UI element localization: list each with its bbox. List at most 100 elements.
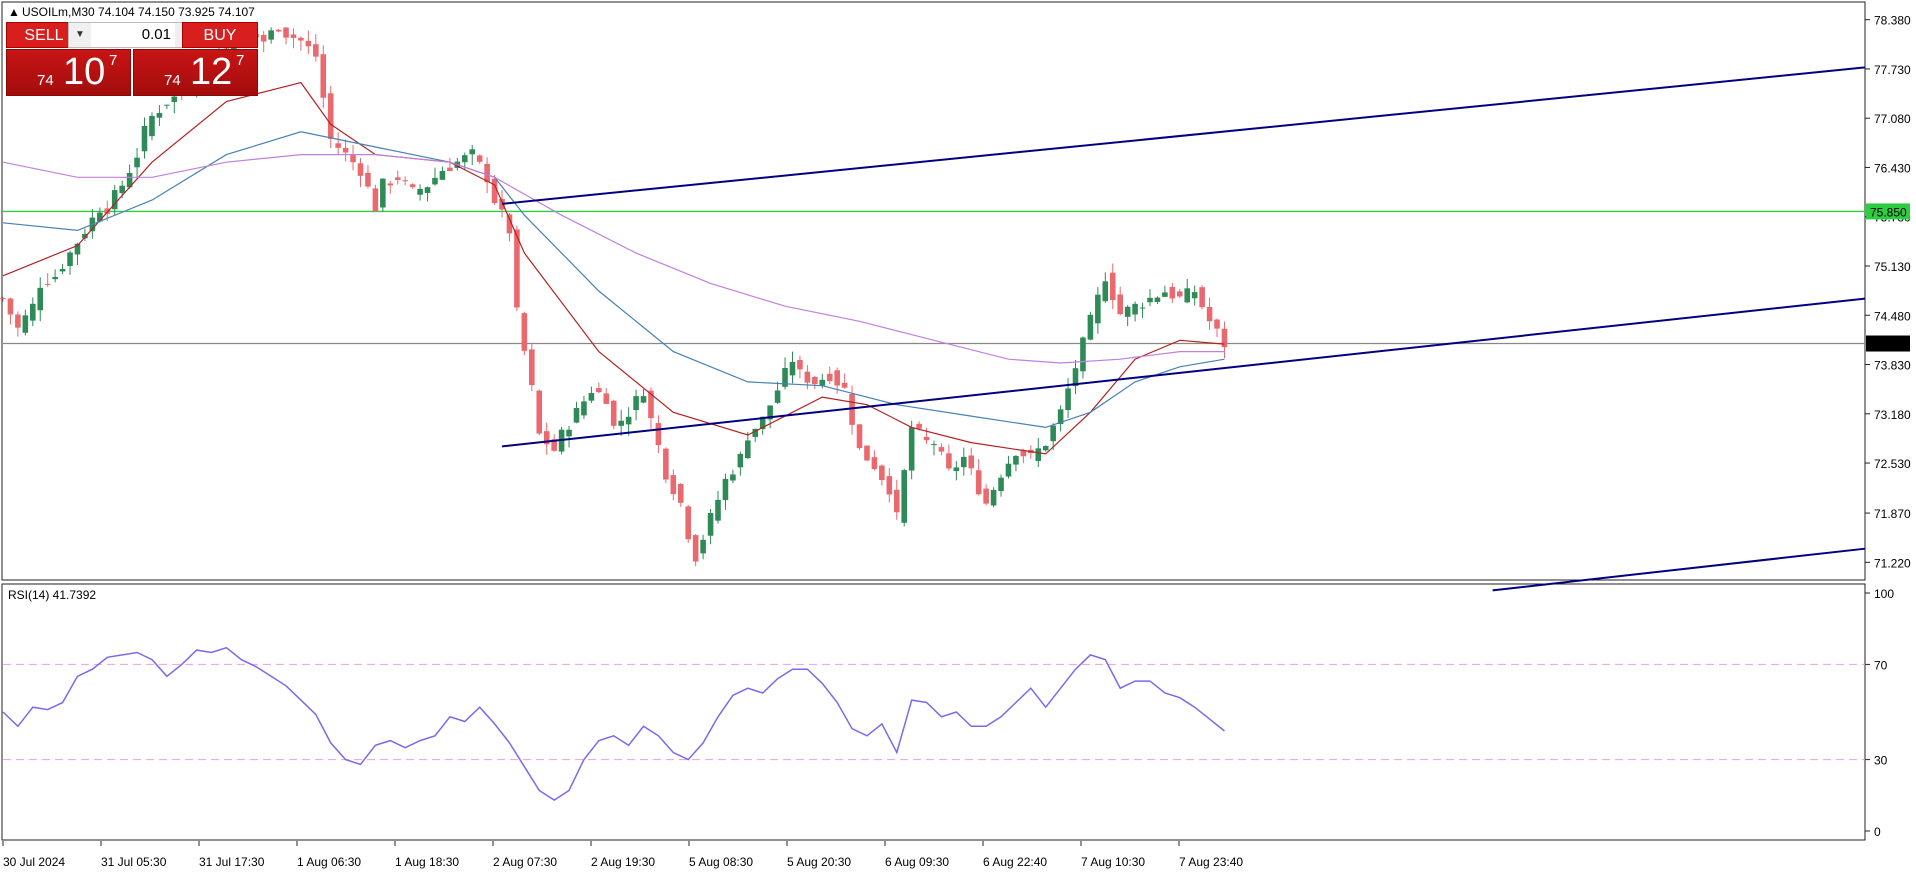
candle-body	[968, 455, 975, 469]
candle-body	[409, 184, 416, 188]
candle-body	[625, 416, 632, 425]
candle-body	[171, 96, 178, 103]
candle-body	[841, 382, 848, 388]
candle-body	[573, 407, 580, 423]
candle-body	[1095, 294, 1101, 324]
time-tick-label: 2 Aug 19:30	[591, 855, 655, 869]
price-tick-label: 73.180	[1874, 408, 1911, 422]
candle-body	[834, 370, 840, 386]
time-tick-label: 30 Jul 2024	[3, 855, 65, 869]
rsi-tick-label: 100	[1874, 587, 1894, 601]
candle-body	[1124, 306, 1131, 317]
candle-body	[946, 453, 952, 469]
candle-body	[1117, 294, 1123, 315]
candle-body	[1176, 291, 1183, 297]
quantity-input[interactable]: 0.01	[91, 23, 175, 47]
sell-price[interactable]: 74 10 7	[6, 49, 131, 96]
candle-body	[953, 467, 960, 472]
candle-body	[581, 401, 587, 416]
buy-button[interactable]: BUY	[182, 22, 258, 48]
candle-body	[260, 34, 267, 42]
price-tick-label: 77.730	[1874, 63, 1911, 77]
candle-body	[461, 155, 468, 163]
candle-body	[1147, 297, 1153, 303]
candle-body	[275, 29, 282, 32]
candle-body	[908, 427, 915, 471]
candle-body	[722, 478, 729, 501]
price-panel[interactable]	[1, 1, 1866, 581]
candle-body	[588, 393, 595, 401]
candle-body	[826, 373, 833, 382]
candle-body	[335, 143, 341, 148]
chevron-down-icon[interactable]: ▼	[69, 23, 91, 47]
candle-body	[938, 447, 945, 452]
candle-body	[15, 314, 21, 328]
candle-body	[37, 287, 44, 311]
candle-body	[432, 177, 438, 185]
time-tick-label: 6 Aug 09:30	[885, 855, 949, 869]
time-tick-label: 5 Aug 08:30	[689, 855, 753, 869]
time-tick-label: 7 Aug 10:30	[1081, 855, 1145, 869]
candle-body	[164, 104, 170, 106]
candle-body	[730, 474, 736, 481]
time-tick-label: 6 Aug 22:40	[983, 855, 1047, 869]
quantity-stepper[interactable]: ▼ 0.01 ▲	[68, 22, 198, 48]
candle-body	[141, 126, 148, 152]
candle-body	[394, 177, 401, 180]
candle-body	[804, 371, 811, 383]
candle-body	[1042, 446, 1049, 451]
candle-body	[916, 423, 922, 429]
rsi-panel[interactable]	[1, 583, 1866, 841]
time-tick-label: 1 Aug 18:30	[395, 855, 459, 869]
price-tick-label: 71.220	[1874, 556, 1911, 570]
candle-body	[1191, 292, 1198, 299]
price-tick-label: 77.080	[1874, 112, 1911, 126]
candle-body	[44, 283, 51, 285]
candle-body	[1154, 297, 1161, 303]
candle-body	[886, 476, 893, 495]
candle-body	[819, 379, 826, 386]
candle-body	[998, 477, 1004, 492]
candle-body	[983, 488, 989, 504]
candle-body	[1005, 463, 1012, 477]
candle-body	[655, 423, 662, 446]
buy-price-sup: 7	[236, 52, 245, 69]
rsi-tick-label: 70	[1874, 658, 1888, 672]
candle-body	[901, 470, 908, 523]
candle-body	[774, 390, 781, 403]
candle-body	[417, 188, 423, 195]
time-tick-label: 31 Jul 17:30	[199, 855, 265, 869]
buy-price[interactable]: 74 12 7	[133, 49, 258, 96]
sell-price-big: 10	[63, 51, 106, 93]
candle-body	[313, 44, 319, 57]
candle-body	[670, 475, 677, 495]
candle-body	[529, 349, 535, 386]
candle-body	[536, 390, 543, 434]
candle-body	[960, 456, 967, 468]
candle-body	[67, 252, 73, 267]
sell-price-small: 74	[37, 72, 54, 89]
candle-body	[372, 188, 379, 212]
candle-body	[149, 115, 155, 137]
candle-body	[685, 506, 692, 540]
candle-body	[52, 276, 58, 280]
candle-body	[59, 268, 66, 272]
buy-price-small: 74	[164, 72, 181, 89]
price-tick-label: 75.130	[1874, 260, 1911, 274]
candle-body	[1050, 425, 1056, 442]
level-price-label: 75.850	[1870, 205, 1907, 219]
chart-canvas[interactable]: 78.38077.73077.08076.43075.78075.13074.4…	[0, 0, 1916, 874]
candle-body	[380, 178, 386, 208]
candle-body	[290, 34, 297, 38]
candle-body	[424, 187, 431, 193]
current-price-label: 74.107	[1870, 338, 1907, 352]
candle-body	[134, 157, 140, 168]
symbol-info: USOILm,M30 74.104 74.150 73.925 74.107	[22, 5, 255, 19]
candle-body	[812, 376, 818, 385]
rsi-tick-label: 30	[1874, 754, 1888, 768]
candle-body	[22, 315, 29, 333]
candle-body	[327, 93, 334, 139]
candle-body	[7, 298, 14, 315]
candle-body	[0, 298, 6, 300]
candle-body	[1206, 306, 1213, 322]
